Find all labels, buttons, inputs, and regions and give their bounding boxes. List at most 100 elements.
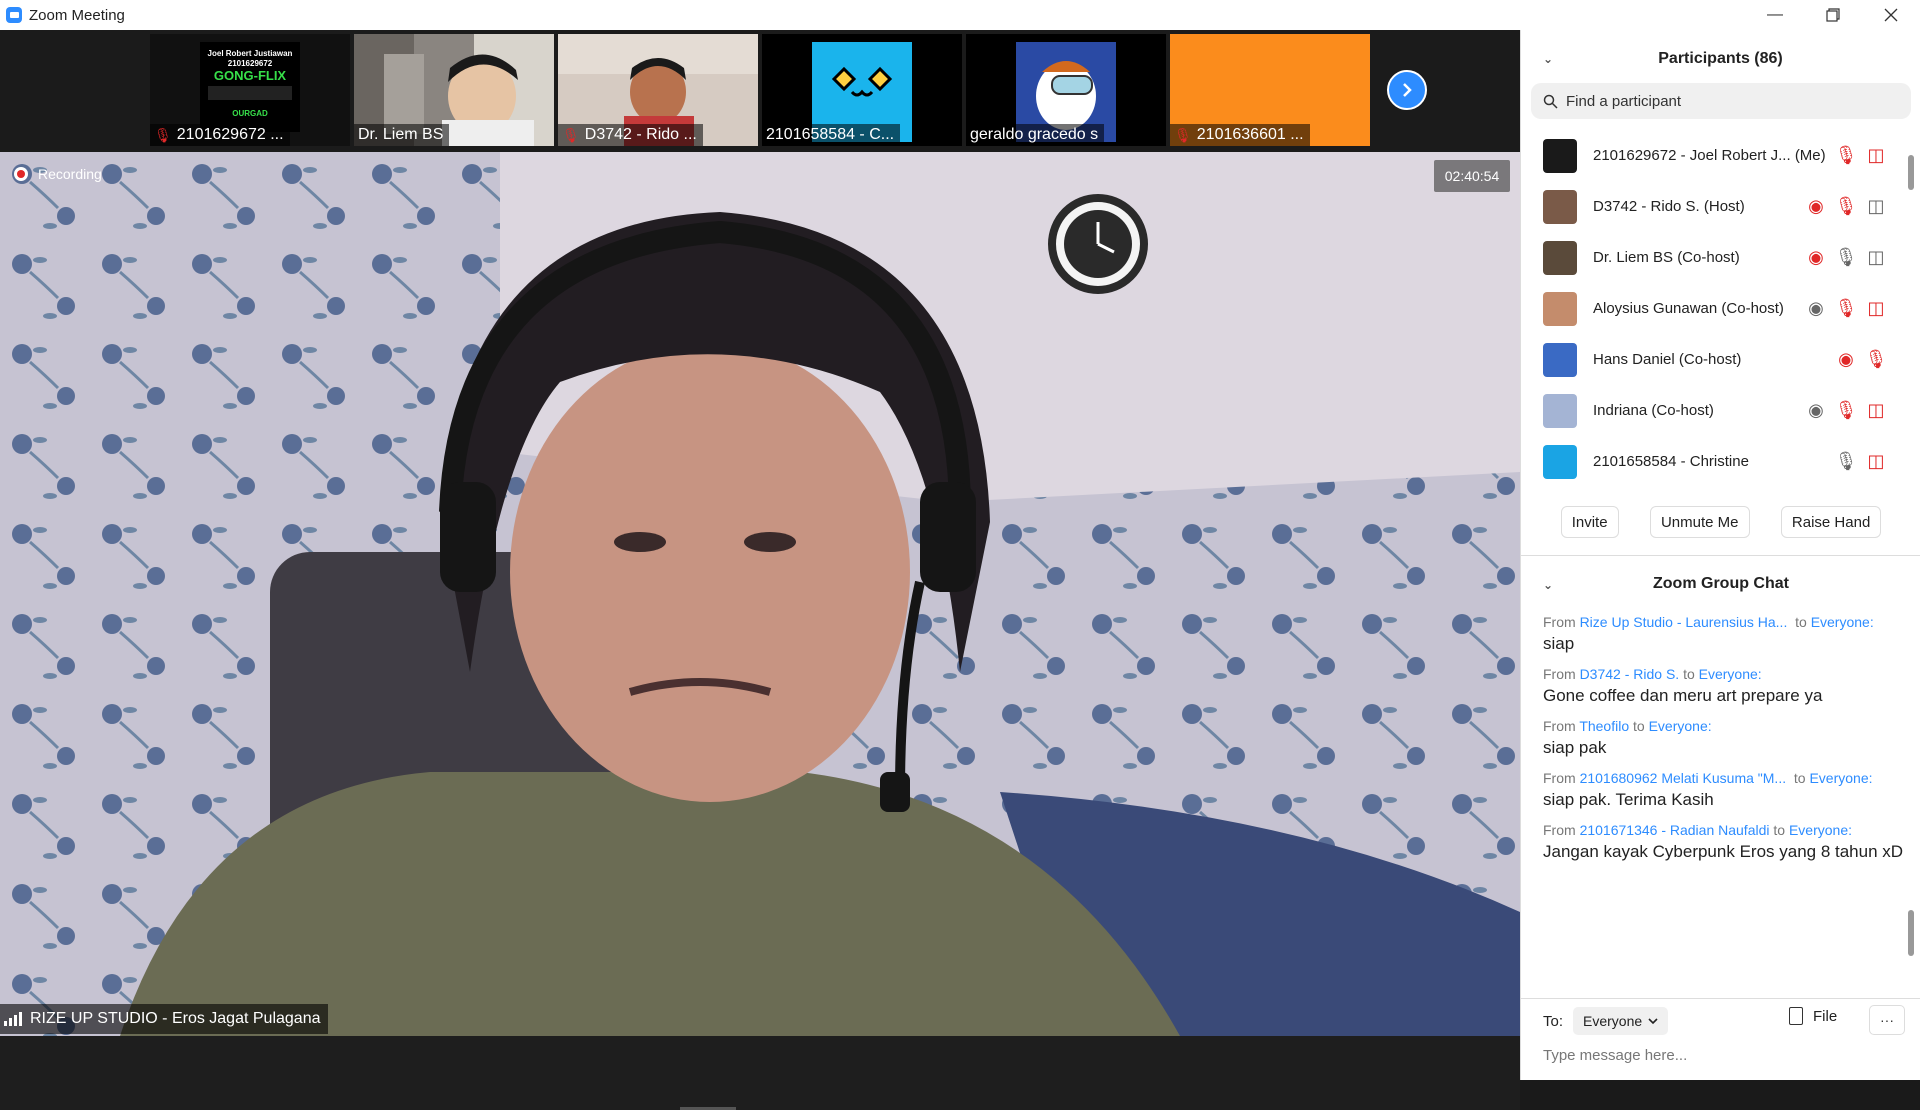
participant-thumbnail[interactable]: 🎙 D3742 - Rido ...	[558, 34, 758, 146]
chat-message: From 2101671346 - Radian Naufaldi to Eve…	[1521, 822, 1920, 864]
participant-actions: Invite Unmute Me Raise Hand	[1521, 506, 1920, 546]
participant-row[interactable]: 2101658584 - Christine 🎙︎ ◫	[1521, 436, 1920, 486]
avatar	[1543, 444, 1577, 479]
mic-icon[interactable]: 🎙︎	[1831, 451, 1861, 472]
participant-name: Hans Daniel (Co-host)	[1593, 351, 1742, 368]
avatar	[1543, 393, 1577, 428]
message-text: siap pak. Terima Kasih	[1543, 790, 1714, 809]
message-sender: From Theofilo to Everyone:	[1543, 718, 1712, 734]
participant-thumbnail[interactable]: Joel Robert Justiawan 2101629672 GONG-FL…	[150, 34, 350, 146]
file-button[interactable]: File	[1789, 1007, 1837, 1025]
side-panel: ⌄ Participants (86) 2101629672 - Joel Ro…	[1520, 30, 1920, 1080]
message-text: Gone coffee dan meru art prepare ya	[1543, 686, 1823, 705]
recipient-row: To: Everyone	[1543, 1007, 1669, 1035]
mic-muted-icon[interactable]: 🎙︎	[1831, 298, 1861, 319]
participant-name: Indriana (Co-host)	[1593, 402, 1714, 419]
mic-muted-icon: 🎙	[1174, 126, 1192, 143]
participant-row[interactable]: D3742 - Rido S. (Host) ◉ 🎙︎ ◫	[1521, 181, 1920, 232]
mic-muted-icon: 🎙	[154, 126, 172, 143]
chat-message-input[interactable]	[1543, 1047, 1903, 1064]
close-window-button[interactable]	[1862, 0, 1920, 30]
thumbnail-name-label: 🎙 D3742 - Rido ...	[558, 124, 703, 146]
collapse-participants-icon[interactable]: ⌄	[1543, 52, 1553, 66]
restore-button[interactable]	[1804, 0, 1862, 30]
speaker-name-label: RIZE UP STUDIO - Eros Jagat Pulagana	[0, 1004, 329, 1034]
participant-row[interactable]: Dr. Liem BS (Co-host) ◉ 🎙︎ ◫	[1521, 232, 1920, 283]
recording-icon: ◉	[1808, 298, 1824, 318]
thumbnail-name-label: 🎙 2101629672 ...	[150, 124, 290, 146]
mic-muted-icon[interactable]: 🎙︎	[1831, 400, 1861, 421]
avatar	[1543, 189, 1577, 224]
recipient-select[interactable]: Everyone	[1573, 1007, 1669, 1035]
camera-off-icon[interactable]: ◫	[1861, 400, 1891, 421]
participant-name: 2101629672 - Joel Robert J... (Me)	[1593, 147, 1826, 164]
recording-label: Recording	[38, 166, 102, 182]
raise-hand-button[interactable]: Raise Hand	[1780, 506, 1882, 538]
participant-thumbnail[interactable]: 2101658584 - C...	[762, 34, 962, 146]
panel-divider	[1521, 555, 1920, 556]
chat-messages: From Rize Up Studio - Laurensius Ha... t…	[1521, 614, 1920, 994]
card-line4: OURGAD	[232, 109, 268, 118]
collapse-chat-icon[interactable]: ⌄	[1543, 578, 1553, 592]
chat-message: From Rize Up Studio - Laurensius Ha... t…	[1521, 614, 1920, 656]
camera-off-icon[interactable]: ◫	[1861, 298, 1891, 319]
avatar	[1543, 138, 1577, 173]
participant-thumbnail[interactable]: Dr. Liem BS	[354, 34, 554, 146]
card-line2: 2101629672	[228, 59, 273, 68]
mic-icon[interactable]: 🎙︎	[1831, 247, 1861, 268]
thumbnail-name-label: 2101658584 - C...	[762, 124, 901, 146]
thumbnail-name-label: Dr. Liem BS	[354, 124, 450, 146]
message-sender: From D3742 - Rido S. to Everyone:	[1543, 666, 1762, 682]
camera-off-icon[interactable]: ◫	[1861, 451, 1891, 472]
avatar	[1543, 342, 1577, 377]
minimize-button[interactable]: —	[1746, 0, 1804, 30]
recording-icon: ◉	[1808, 400, 1824, 420]
participant-row[interactable]: Hans Daniel (Co-host) ◉ 🎙︎	[1521, 334, 1920, 385]
participant-row[interactable]: 2101629672 - Joel Robert J... (Me) 🎙︎ ◫	[1521, 130, 1920, 181]
speaker-video-feed	[0, 152, 1520, 1036]
mic-muted-icon[interactable]: 🎙︎	[1831, 196, 1861, 217]
message-text: Jangan kayak Cyberpunk Eros yang 8 tahun…	[1543, 842, 1904, 861]
close-icon	[1884, 8, 1898, 22]
unmute-me-button[interactable]: Unmute Me	[1649, 506, 1750, 538]
camera-icon[interactable]: ◫	[1861, 196, 1891, 217]
chat-footer: To: Everyone File ···	[1521, 998, 1920, 1080]
toolbar-area	[0, 1036, 1520, 1110]
participant-list: 2101629672 - Joel Robert J... (Me) 🎙︎ ◫ …	[1521, 130, 1920, 486]
mic-muted-icon[interactable]: 🎙︎	[1861, 349, 1891, 370]
thumbnail-strip: Joel Robert Justiawan 2101629672 GONG-FL…	[0, 30, 1520, 148]
participant-name: Aloysius Gunawan (Co-host)	[1593, 300, 1784, 317]
participant-thumbnail[interactable]: 🎙 2101636601 ...	[1170, 34, 1370, 146]
recording-icon: ◉	[1808, 247, 1824, 267]
mic-muted-icon: 🎙	[562, 126, 580, 143]
recording-icon: ◉	[1838, 349, 1854, 369]
participant-thumbnail[interactable]: geraldo gracedo s	[966, 34, 1166, 146]
next-page-button[interactable]	[1387, 70, 1427, 110]
participant-search[interactable]	[1531, 83, 1911, 119]
participants-title: Participants (86)	[1658, 50, 1783, 67]
camera-off-icon[interactable]: ◫	[1861, 145, 1891, 166]
search-icon	[1543, 94, 1558, 109]
participant-name: Dr. Liem BS (Co-host)	[1593, 249, 1740, 266]
file-icon	[1789, 1007, 1803, 1025]
participant-row[interactable]: Aloysius Gunawan (Co-host) ◉ 🎙︎ ◫	[1521, 283, 1920, 334]
invite-button[interactable]: Invite	[1560, 506, 1619, 538]
card-line3: GONG-FLIX	[214, 68, 287, 83]
chat-scrollbar[interactable]	[1908, 910, 1914, 956]
chat-message: From Theofilo to Everyone: siap pak	[1521, 718, 1920, 760]
chat-title: Zoom Group Chat	[1653, 575, 1789, 592]
participants-header: ⌄ Participants (86)	[1521, 30, 1920, 88]
chat-message: From D3742 - Rido S. to Everyone: Gone c…	[1521, 666, 1920, 708]
chevron-right-icon	[1403, 83, 1412, 97]
message-text: siap pak	[1543, 738, 1607, 757]
window-title: Zoom Meeting	[29, 6, 125, 24]
search-input[interactable]	[1566, 92, 1866, 110]
message-sender: From 2101671346 - Radian Naufaldi to Eve…	[1543, 822, 1853, 838]
participant-row[interactable]: Indriana (Co-host) ◉ 🎙︎ ◫	[1521, 385, 1920, 436]
camera-icon[interactable]: ◫	[1861, 247, 1891, 268]
participants-scrollbar[interactable]	[1908, 155, 1914, 190]
chat-message: From 2101680962 Melati Kusuma "M... to E…	[1521, 770, 1920, 812]
recording-indicator: Recording	[14, 166, 102, 182]
more-options-button[interactable]: ···	[1869, 1005, 1905, 1035]
mic-muted-icon[interactable]: 🎙︎	[1831, 145, 1861, 166]
